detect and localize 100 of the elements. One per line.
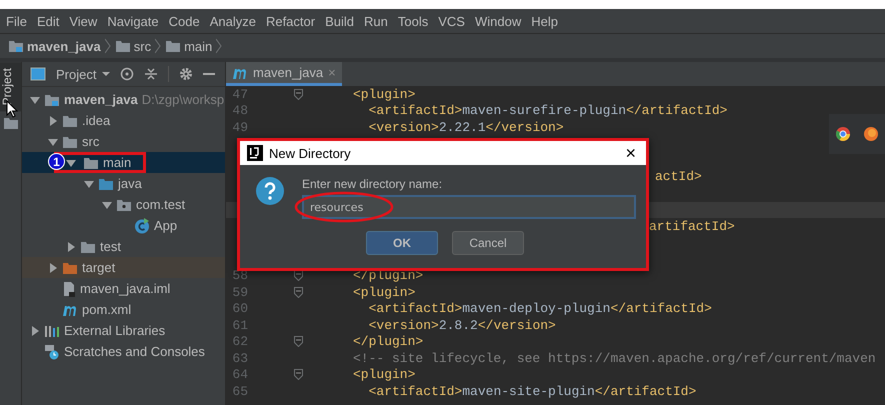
expanded-arrow-icon[interactable] [66, 158, 76, 168]
menu-item[interactable]: Window [474, 14, 522, 28]
menu-item[interactable]: Help [531, 14, 558, 28]
tree-item[interactable]: src [22, 131, 225, 152]
menu-item[interactable]: File [6, 14, 27, 28]
code-line: <plugin> [353, 86, 416, 102]
tree-label: main [103, 155, 132, 170]
tree-label: Scratches and Consoles [64, 344, 205, 359]
code-line: artifactId> [649, 218, 735, 234]
code-line: actId> [655, 169, 702, 184]
menu-item[interactable]: Run [364, 14, 388, 28]
folder-icon [80, 240, 96, 254]
breadcrumb-item[interactable]: main [165, 38, 212, 54]
cancel-button[interactable]: Cancel [452, 231, 524, 255]
app-logo-icon [247, 145, 263, 161]
editor-tab[interactable]: maven_java × [226, 62, 342, 86]
fold-marker-icon[interactable] [294, 369, 302, 380]
project-path: D:\zgp\worksp [142, 92, 224, 107]
menu-item[interactable]: Analyze [210, 14, 256, 28]
browser-icon[interactable] [863, 126, 879, 142]
line-number: 48 [232, 103, 248, 118]
code-line: <plugin> [353, 284, 416, 300]
chevron-icon [216, 38, 222, 54]
collapsed-arrow-icon[interactable] [48, 116, 58, 126]
folder-icon [62, 134, 78, 148]
step-number-badge: 1 [48, 153, 65, 170]
fold-marker-icon[interactable] [294, 88, 302, 100]
menu-item[interactable]: Code [168, 14, 200, 28]
tree-label: External Libraries [64, 323, 166, 338]
caret-icon[interactable] [102, 71, 110, 77]
line-number: 64 [232, 367, 248, 382]
prompt-label: Enter new directory name: [302, 177, 444, 193]
code-line: <version>2.8.2</version> [368, 318, 556, 333]
code-line: <plugin> [353, 367, 416, 382]
collapsed-arrow-icon[interactable] [48, 262, 58, 272]
tree-item[interactable]: maven_java.iml [22, 278, 225, 299]
expanded-arrow-icon[interactable] [102, 200, 112, 210]
dialog-title: New Directory [269, 146, 352, 160]
line-number: 47 [232, 86, 248, 102]
tree-label: com.test [136, 197, 186, 212]
menu-item[interactable]: Tools [398, 14, 428, 28]
line-number: 65 [232, 384, 248, 399]
tree-item[interactable]: Scratches and Consoles [22, 341, 225, 362]
line-number: 59 [232, 284, 248, 300]
menu-item[interactable]: Build [325, 14, 354, 28]
menu-item[interactable]: VCS [438, 14, 465, 28]
tree-item[interactable]: .idea [22, 110, 225, 131]
locate-target-icon[interactable] [120, 67, 134, 81]
code-line: </plugin> [353, 268, 424, 284]
folder-icon [98, 176, 114, 190]
line-number: 49 [232, 120, 248, 135]
tree-label: maven_java [64, 92, 138, 107]
folder-icon[interactable] [4, 117, 18, 130]
tree-item[interactable]: pom.xml [22, 299, 225, 320]
chevron-icon [104, 38, 111, 54]
file-icon [62, 280, 76, 296]
breadcrumb-item[interactable]: maven_java [8, 38, 101, 54]
tree-item[interactable]: target [22, 257, 225, 278]
code-comment: <!-- site lifecycle, see https://maven.apache.org/ref/current/maven [353, 350, 876, 366]
directory-name-field[interactable]: resources [302, 195, 636, 219]
tree-label: test [100, 239, 121, 254]
fold-marker-icon[interactable] [294, 286, 302, 298]
code-line: <artifactId>maven-surefire-plugin</artifactId> [368, 103, 728, 118]
expanded-arrow-icon[interactable] [30, 94, 40, 104]
expanded-arrow-icon[interactable] [48, 136, 58, 146]
code-line: <version>2.22.1</version> [368, 120, 564, 135]
tree-item[interactable]: java [22, 173, 225, 194]
fold-marker-icon[interactable] [294, 270, 302, 282]
scratches-icon [44, 344, 60, 360]
fold-marker-icon[interactable] [294, 336, 302, 348]
line-number: 63 [232, 350, 248, 366]
ok-button[interactable]: OK [366, 231, 438, 255]
tree-item[interactable]: maven_java D:\zgp\worksp [22, 89, 225, 110]
tree-item[interactable]: 1 main [22, 152, 225, 173]
collapsed-arrow-icon[interactable] [30, 326, 40, 336]
line-number: 62 [232, 334, 248, 350]
tree-label: .idea [82, 113, 110, 128]
question-icon [256, 177, 284, 205]
tree-label: target [82, 260, 116, 275]
tree-item[interactable]: External Libraries [22, 320, 225, 341]
collapse-all-icon[interactable] [144, 67, 158, 81]
breadcrumb-item[interactable]: src [114, 38, 152, 54]
tree-item[interactable]: test [22, 236, 225, 257]
tree-item[interactable]: App [22, 215, 225, 236]
line-number: 60 [232, 301, 248, 316]
tree-label: pom.xml [82, 302, 132, 317]
close-button[interactable]: × [615, 142, 646, 164]
expanded-arrow-icon[interactable] [84, 178, 94, 188]
line-number: 61 [232, 318, 248, 333]
browser-icon[interactable] [835, 126, 851, 142]
module-folder-icon [44, 92, 60, 106]
collapsed-arrow-icon[interactable] [66, 242, 76, 252]
panel-title-dropdown[interactable]: Project [56, 66, 110, 82]
menu-item[interactable]: Navigate [107, 14, 159, 28]
tree-item[interactable]: com.test [22, 194, 225, 215]
menu-item[interactable]: Edit [36, 14, 60, 28]
menu-item[interactable]: Refactor [266, 14, 316, 28]
settings-gear-icon[interactable] [179, 67, 194, 81]
menu-item[interactable]: View [69, 14, 98, 28]
package-icon [116, 198, 132, 212]
